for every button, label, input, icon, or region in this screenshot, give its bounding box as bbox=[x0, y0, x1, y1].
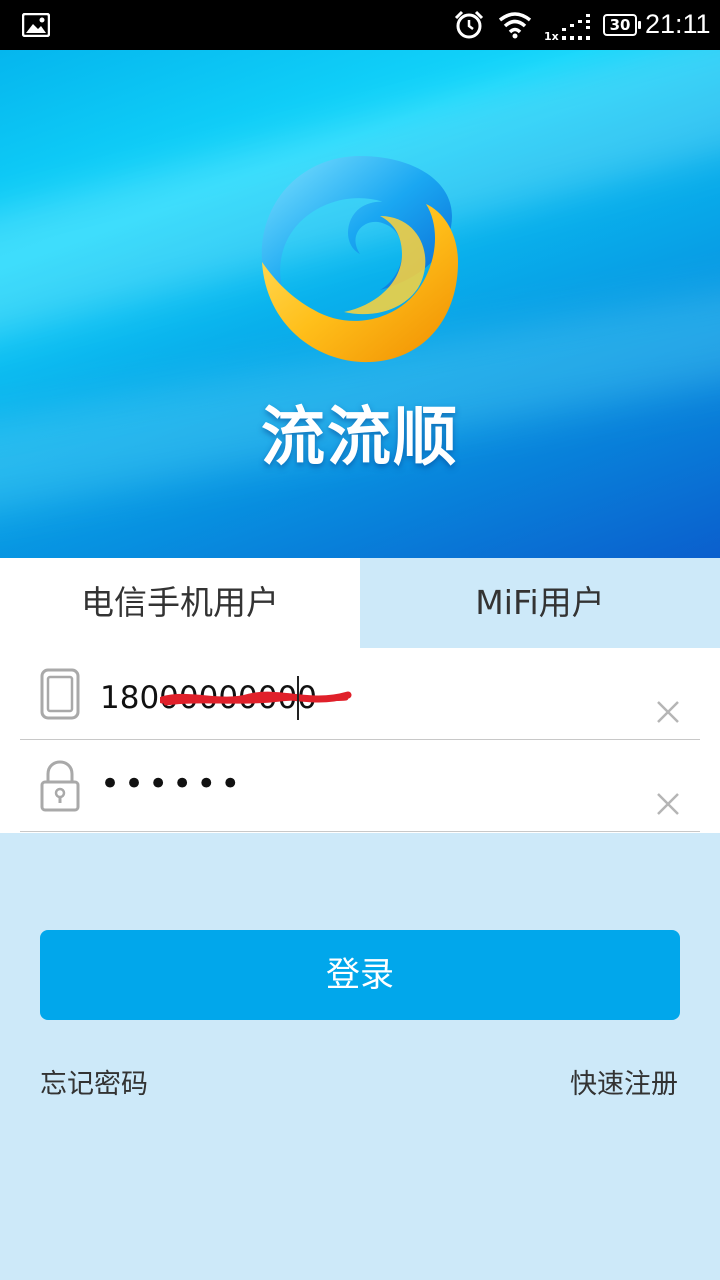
app-brand-title: 流流顺 bbox=[261, 401, 459, 475]
network-type-label: 1x bbox=[544, 30, 559, 43]
text-caret bbox=[297, 676, 299, 720]
hero-banner: 流流顺 bbox=[0, 50, 720, 558]
status-bar: 1x 30 21:11 bbox=[0, 0, 720, 50]
clear-phone-icon[interactable] bbox=[656, 700, 680, 724]
forgot-password-link[interactable]: 忘记密码 bbox=[40, 1062, 148, 1101]
login-form: 18000000000 •••••• bbox=[0, 648, 720, 833]
tab-telecom-mobile-user[interactable]: 电信手机用户 bbox=[0, 558, 360, 648]
gallery-notification-icon bbox=[22, 13, 50, 37]
phone-icon bbox=[40, 668, 80, 720]
alarm-icon bbox=[454, 10, 484, 39]
app-logo-icon bbox=[261, 156, 458, 363]
phone-field[interactable]: 18000000000 bbox=[20, 648, 700, 740]
redaction-scribble bbox=[160, 691, 352, 706]
password-field[interactable]: •••••• bbox=[20, 740, 700, 832]
wifi-icon bbox=[498, 12, 532, 39]
clock: 21:11 bbox=[645, 9, 711, 39]
battery-icon: 30 bbox=[603, 14, 641, 36]
login-type-tabs: 电信手机用户 MiFi用户 bbox=[0, 558, 720, 648]
password-input[interactable]: •••••• bbox=[100, 764, 244, 804]
login-button[interactable]: 登录 bbox=[40, 930, 680, 1020]
tab-mifi-user[interactable]: MiFi用户 bbox=[360, 558, 720, 648]
quick-register-link[interactable]: 快速注册 bbox=[570, 1062, 678, 1101]
lock-icon bbox=[40, 760, 80, 812]
clear-password-icon[interactable] bbox=[656, 792, 680, 816]
